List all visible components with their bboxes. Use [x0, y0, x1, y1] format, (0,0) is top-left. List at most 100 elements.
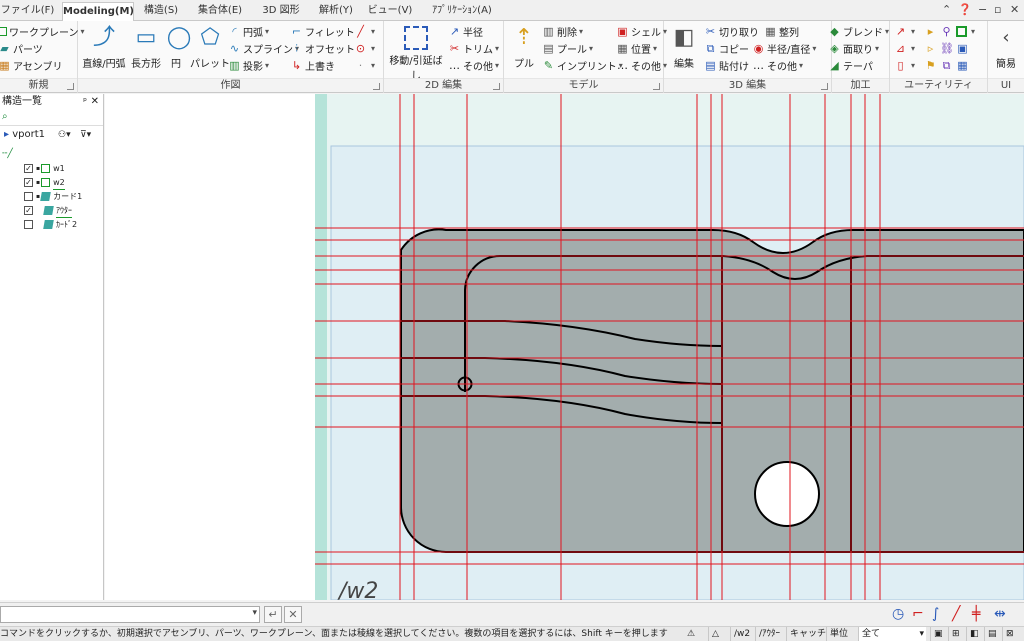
- tree-item-outer[interactable]: ✓ ｱｳﾀｰ: [24, 204, 72, 218]
- paste-button[interactable]: ▤ 貼付け: [704, 57, 749, 73]
- group-tool-button[interactable]: ⚲: [940, 23, 955, 39]
- tab-modeling[interactable]: Modeling(M): [62, 2, 134, 22]
- blend-button[interactable]: ◆ ブレンド: [828, 23, 889, 39]
- view-front-icon[interactable]: ▣: [930, 627, 946, 641]
- snap-circle-icon[interactable]: ◷: [892, 606, 904, 622]
- position-button[interactable]: ▦ 位置: [616, 40, 657, 56]
- status-workplane[interactable]: /w2: [730, 627, 753, 641]
- workplane-button[interactable]: ワークプレーン: [0, 23, 85, 39]
- shell-button[interactable]: ▣ シェル: [616, 23, 667, 39]
- snap-diagonal-icon[interactable]: ╱: [952, 606, 960, 622]
- viewport-canvas[interactable]: /w2: [105, 94, 1024, 600]
- view-iso-icon[interactable]: ⊠: [1002, 627, 1017, 641]
- dialog-launcher-icon[interactable]: [493, 83, 500, 90]
- datum-button[interactable]: ▯: [894, 57, 915, 73]
- point-dropdown[interactable]: ⊙: [354, 40, 375, 56]
- visibility-checkbox[interactable]: [24, 220, 33, 229]
- rectangle-button[interactable]: ▭ 長方形: [128, 23, 164, 70]
- filter-icon[interactable]: ⊽▾: [80, 126, 91, 144]
- circle-button[interactable]: ◯ 円: [164, 23, 192, 70]
- tab-structure[interactable]: 構造(S): [138, 2, 184, 21]
- display-button[interactable]: ▣: [956, 40, 971, 56]
- tree-item-w2[interactable]: ✓ ▪ w2: [24, 176, 65, 190]
- pin-icon[interactable]: ᵖ: [83, 94, 87, 110]
- tab-application[interactable]: ｱﾌﾟﾘｹｰｼｮﾝ(A): [422, 2, 502, 21]
- axis-tool-button[interactable]: ↗: [894, 23, 915, 39]
- dialog-launcher-icon[interactable]: [373, 83, 380, 90]
- visibility-checkbox[interactable]: [24, 192, 33, 201]
- tab-assembly-set[interactable]: 集合体(E): [192, 2, 248, 21]
- imprint-button[interactable]: ✎ インプリント: [542, 57, 623, 73]
- simple-mode-button[interactable]: ‹ 簡易: [990, 23, 1022, 70]
- tree-tab-icon[interactable]: ⌕: [2, 111, 16, 125]
- snap-line-icon[interactable]: ⌐: [912, 606, 924, 622]
- visibility-checkbox[interactable]: ✓: [24, 164, 33, 173]
- fillet-button[interactable]: ⌐ フィレット: [290, 23, 355, 39]
- delete-button[interactable]: ▥ 削除: [542, 23, 583, 39]
- panel-close-icon[interactable]: ✕: [91, 94, 99, 110]
- status-filter-select[interactable]: 全て ▾: [858, 627, 926, 641]
- tree-root-icon[interactable]: ╌╱: [2, 149, 13, 159]
- copy-button[interactable]: ⧉ コピー: [704, 40, 749, 56]
- chevron-down-icon[interactable]: ▾: [252, 608, 257, 618]
- restore-icon[interactable]: ▫: [994, 3, 1001, 16]
- parts-button[interactable]: ▰ パーツ: [0, 40, 43, 56]
- pull-button[interactable]: ⇡ プル: [506, 23, 542, 70]
- status-part[interactable]: /ｱｳﾀｰ: [755, 627, 783, 641]
- offset-button[interactable]: ⫶ オフセット: [290, 40, 355, 56]
- part-body[interactable]: [400, 228, 1024, 553]
- layer-tool-button[interactable]: ⧉: [940, 57, 955, 73]
- dialog-launcher-icon[interactable]: [821, 83, 828, 90]
- trim-button[interactable]: ✂ トリム: [448, 40, 499, 56]
- dialog-launcher-icon[interactable]: [653, 83, 660, 90]
- status-unit[interactable]: 単位: [826, 627, 851, 641]
- snap-cross-icon[interactable]: ╪: [972, 606, 980, 622]
- misc-draw-dropdown[interactable]: ·: [354, 57, 375, 73]
- dialog-launcher-icon[interactable]: [67, 83, 74, 90]
- measure-button[interactable]: ⊿: [894, 40, 915, 56]
- snap-curve-icon[interactable]: ∫: [932, 606, 939, 622]
- tree-item-card2[interactable]: ｶｰﾄﾞ2: [24, 218, 77, 231]
- taper-button[interactable]: ◢ テーパ: [828, 57, 873, 73]
- model-other-button[interactable]: … その他: [616, 57, 667, 73]
- tab-analysis[interactable]: 解析(Y): [314, 2, 358, 21]
- spline-button[interactable]: ∿ スプライン: [228, 40, 299, 56]
- edit2d-other-button[interactable]: … その他: [448, 57, 499, 73]
- tab-view[interactable]: ビュー(V): [364, 2, 416, 21]
- view-side-icon[interactable]: ⊞: [948, 627, 963, 641]
- radius-diameter-button[interactable]: ◉ 半径/直径: [752, 40, 816, 56]
- enter-button[interactable]: ↵: [264, 606, 282, 623]
- snap-dimension-icon[interactable]: ⇹: [994, 606, 1006, 622]
- overwrite-button[interactable]: ↳ 上書き: [290, 57, 335, 73]
- binoculars-icon[interactable]: ⚇▾: [58, 126, 71, 144]
- pallet-button[interactable]: ⬠ パレット: [190, 23, 230, 70]
- view-top-icon[interactable]: ▤: [984, 627, 1000, 641]
- edit-button[interactable]: ◧ 編集: [666, 23, 702, 70]
- grid-button[interactable]: ▦: [956, 57, 971, 73]
- edit3d-other-button[interactable]: … その他: [752, 57, 803, 73]
- line-dropdown[interactable]: ╱: [354, 23, 375, 39]
- help-icon[interactable]: ❓: [958, 3, 972, 16]
- close-icon[interactable]: ✕: [1010, 3, 1019, 16]
- vport-selector[interactable]: ▸ vport1 ⚇▾ ⊽▾: [0, 126, 103, 144]
- status-catch[interactable]: キャッチ: [786, 627, 829, 641]
- tab-file[interactable]: ファイル(F): [0, 2, 55, 21]
- projection-button[interactable]: ▥ 投影: [228, 57, 269, 73]
- command-input[interactable]: ▾: [0, 606, 260, 623]
- pointer-tool-button[interactable]: ▹: [924, 40, 939, 56]
- color-button[interactable]: [956, 23, 975, 39]
- arc-button[interactable]: ◜ 円弧: [228, 23, 269, 39]
- view-back-icon[interactable]: ◧: [966, 627, 982, 641]
- pool-button[interactable]: ▤ プール: [542, 40, 593, 56]
- flag-tool-button[interactable]: ⚑: [924, 57, 939, 73]
- assembly-button[interactable]: ▦ アセンブリ: [0, 57, 63, 73]
- vport-expand-icon[interactable]: ▸: [4, 129, 9, 140]
- cut-button[interactable]: ✂ 切り取り: [704, 23, 759, 39]
- link-tool-button[interactable]: ⛓: [940, 40, 955, 56]
- tree-item-w1[interactable]: ✓ ▪ w1: [24, 162, 65, 175]
- tree-item-card1[interactable]: ▪ カード1: [24, 190, 82, 203]
- visibility-checkbox[interactable]: ✓: [24, 178, 33, 187]
- collapse-ribbon-icon[interactable]: ⌃: [942, 3, 951, 16]
- cancel-button[interactable]: ✕: [284, 606, 302, 623]
- large-hole[interactable]: [754, 461, 820, 527]
